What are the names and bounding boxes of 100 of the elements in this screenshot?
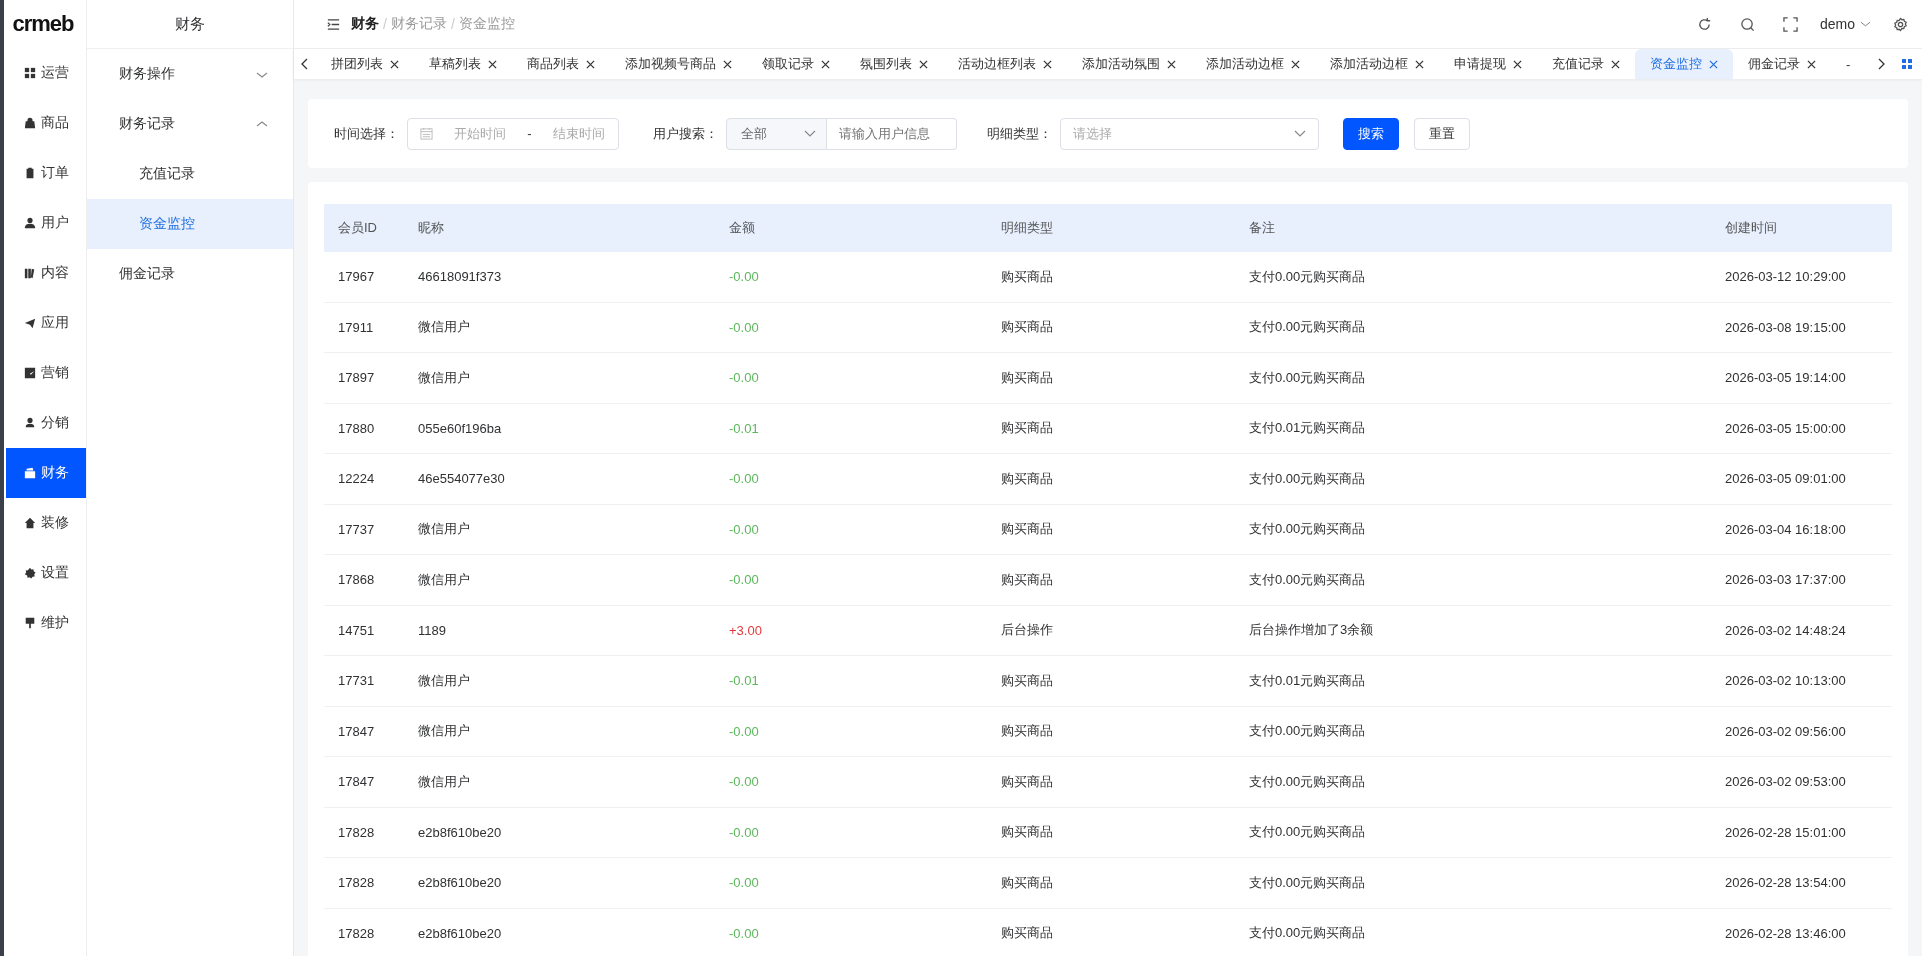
calendar-icon [420,127,433,140]
menu-item[interactable]: 资金监控 [87,199,293,249]
table-cell-text: 支付0.01元购买商品 [1248,419,1367,438]
table-cell-text: 17828 [337,925,376,941]
column-header: 明细类型 [1000,219,1054,237]
menu-group[interactable]: 财务操作 [87,49,293,99]
table-cell-text: 17731 [337,673,376,689]
grid-icon[interactable] [1902,59,1912,69]
table-cell-text: 12224 [337,471,376,487]
nav-item[interactable]: 装修 [6,498,86,548]
tab[interactable]: 添加视频号商品 [610,49,747,79]
nav-item[interactable]: 财务 [6,448,86,498]
table-cell-text: 17828 [337,875,376,891]
menu-item-icon [23,467,36,479]
table-cell-text: 购买商品 [1000,924,1054,943]
user-search-field[interactable]: 请输入用户信息 [827,117,957,150]
close-icon[interactable] [1415,59,1424,69]
table-cell-text: 后台操作增加了3余额 [1248,621,1375,640]
fullscreen-icon[interactable] [1782,16,1798,32]
table-cell-text: 17828 [337,824,376,840]
nav-item[interactable]: 营销 [6,348,86,398]
close-icon[interactable] [1043,59,1052,69]
menu-group[interactable]: 财务记录 [87,99,293,149]
close-icon[interactable] [1611,59,1620,69]
close-icon[interactable] [488,59,497,69]
table-cell-text: 2026-03-02 09:56:00 [1724,723,1847,739]
tab[interactable]: 商品列表 [512,49,610,79]
menu-icon[interactable] [326,16,341,32]
table-cell-text: 微信用户 [417,772,471,791]
table-cell-text: -0.00 [728,572,760,588]
menu-item-icon [23,217,36,229]
table-cell-text: 14751 [337,622,376,638]
table-cell-text: 购买商品 [1000,419,1054,438]
nav-item[interactable]: 设置 [6,548,86,598]
tab[interactable]: 佣金记录 [1733,49,1831,79]
close-icon[interactable] [919,59,928,69]
tab[interactable]: 拼团列表 [316,49,414,79]
nav-item[interactable]: 维护 [6,598,86,648]
close-icon[interactable] [1167,59,1176,69]
table-cell-text: 17880 [337,420,376,436]
table-cell-text: 46618091f373 [417,269,503,285]
table-cell-text: 17847 [337,723,376,739]
tab[interactable]: 氛围列表 [845,49,943,79]
logo: crmeb [11,10,75,38]
user-menu[interactable]: demo [1819,16,1871,32]
menu-item[interactable]: 佣金记录 [87,249,293,299]
column-header: 会员ID [337,219,378,237]
nav-item[interactable]: 内容 [6,248,86,298]
menu-item-icon [23,267,36,279]
refresh-icon[interactable] [1696,16,1712,32]
tab[interactable]: - [1831,49,1866,79]
nav-item[interactable]: 用户 [6,198,86,248]
table-cell-text: 17911 [337,319,375,335]
chevron-right-icon[interactable] [1877,58,1885,70]
nav-item[interactable]: 订单 [6,148,86,198]
table-cell-text: 购买商品 [1000,520,1054,539]
tab[interactable]: 添加活动氛围 [1067,49,1191,79]
table-cell-text: 17868 [337,572,376,588]
menu-item-icon [23,67,36,79]
field-label: 明细类型： [987,124,1052,143]
close-icon[interactable] [1291,59,1300,69]
table-cell-text: -0.00 [728,269,760,285]
nav-item[interactable]: 分销 [6,398,86,448]
sidebar-title: 财务 [87,0,293,49]
table-cell-text: 支付0.00元购买商品 [1248,469,1367,488]
table-cell-text: 购买商品 [1000,772,1054,791]
breadcrumb-item[interactable]: 财务 [351,15,379,33]
chevron-left-icon[interactable] [301,58,309,70]
nav-item[interactable]: 运营 [6,48,86,98]
breadcrumb-separator: / [450,16,455,32]
close-icon[interactable] [390,59,399,69]
date-range-field[interactable]: 开始时间 - 结束时间 [407,117,619,150]
tab[interactable]: 申请提现 [1439,49,1537,79]
reset-button[interactable]: 重置 [1414,117,1470,150]
close-icon[interactable] [821,59,830,69]
table-cell-text: 购买商品 [1000,469,1054,488]
table-cell-text: 2026-02-28 13:46:00 [1724,925,1847,941]
search-button[interactable]: 搜索 [1343,117,1399,150]
nav-item[interactable]: 商品 [6,98,86,148]
scope-select[interactable]: 全部 [726,117,827,150]
chevron-down-icon [1860,20,1871,28]
close-icon[interactable] [1807,59,1816,69]
tab[interactable]: 活动边框列表 [943,49,1067,79]
tab[interactable]: 添加活动边框 [1191,49,1315,79]
tab[interactable]: 充值记录 [1537,49,1635,79]
tab[interactable]: 添加活动边框 [1315,49,1439,79]
settings-icon[interactable] [1893,16,1908,32]
menu-item[interactable]: 充值记录 [87,149,293,199]
table-cell-text: 购买商品 [1000,267,1054,286]
close-icon[interactable] [1513,59,1522,69]
tab[interactable]: 领取记录 [747,49,845,79]
table-cell-text: -0.01 [728,420,760,436]
close-icon[interactable] [723,59,732,69]
tab[interactable]: 草稿列表 [414,49,512,79]
nav-item[interactable]: 应用 [6,298,86,348]
column-header: 昵称 [417,219,445,237]
close-icon[interactable] [586,59,595,69]
table-cell-text: -0.00 [728,774,760,790]
tab[interactable]: 资金监控 [1635,49,1733,79]
search-icon[interactable] [1739,16,1755,32]
